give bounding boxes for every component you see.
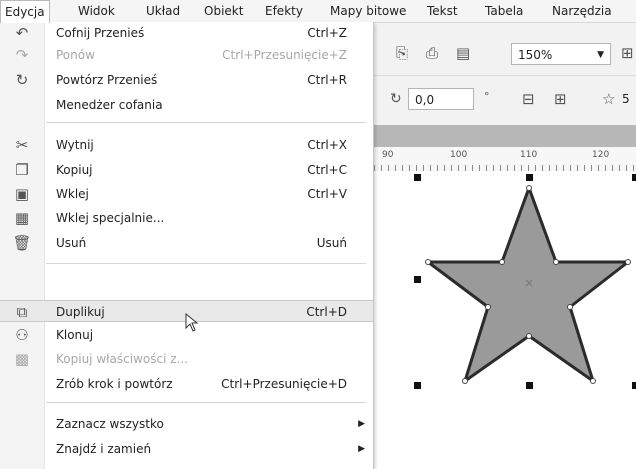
menu-item-label: Zrób krok i powtórz [56,377,173,391]
menu-efekty[interactable]: Efekty [261,0,307,22]
menu-edycja[interactable]: Edycja [0,0,50,23]
menu-item-label: Kopiuj [56,163,93,177]
menu-item-label: Wytnij [56,138,94,152]
menu-item-label: Klonuj [56,328,94,342]
menu-item-label: Menedżer cofania [56,98,163,112]
menu-item-paste[interactable]: ▣ Wklej Ctrl+V [0,183,373,205]
menu-item-label: Wklej specjalnie... [56,211,165,225]
menu-item-shortcut: Ctrl+Przesunięcie+Z [222,48,347,62]
menu-separator [46,402,366,403]
menu-item-shortcut: Ctrl+Z [307,26,347,40]
rotate-icon: ↻ [390,91,402,107]
drawing-canvas[interactable]: × [374,171,636,469]
menu-item-select-all[interactable]: Zaznacz wszystko ▶ [0,413,373,435]
menu-item-repeat[interactable]: ↻ Powtórz Przenieś Ctrl+R [0,69,373,91]
menu-item-shortcut: Ctrl+C [307,163,347,177]
mouse-cursor-icon [185,313,199,332]
zoom-select[interactable]: 150% ▼ [511,43,611,65]
paste-icon: ▣ [14,185,30,203]
menu-separator [46,263,366,264]
menu-item-copy[interactable]: ❐ Kopiuj Ctrl+C [0,159,373,181]
selection-handle[interactable] [632,174,636,181]
menu-item-label: Zaznacz wszystko [56,417,164,431]
menu-item-label: Duplikuj [56,305,105,319]
menu-item-step-and-repeat[interactable]: Zrób krok i powtórz Ctrl+Przesunięcie+D [0,373,373,395]
menu-item-undo-manager[interactable]: Menedżer cofania [0,94,373,116]
menu-item-paste-special[interactable]: ▦ Wklej specjalnie... [0,207,373,229]
menu-narzedzia[interactable]: Narzędzia [548,0,616,22]
menu-item-copy-properties[interactable]: ▩ Kopiuj właściwości z... [0,348,373,370]
mirror-horizontal-icon[interactable]: ⊟ [522,90,535,108]
selection-handle[interactable] [414,174,421,181]
paste-special-icon: ▦ [14,209,30,227]
menu-mapy-bitowe[interactable]: Mapy bitowe [326,0,410,22]
menu-item-shortcut: Ctrl+R [307,73,347,87]
menu-item-delete[interactable]: 🗑 Usuń Usuń [0,232,373,254]
canvas-drawing: × [425,185,631,384]
document-tab-strip [374,125,636,147]
export-icon[interactable]: ⎙ [426,44,438,62]
star-points-icon: ☆ [602,90,616,108]
menu-separator [46,122,366,123]
trash-icon: 🗑 [12,234,32,252]
publish-pdf-icon[interactable]: ▤ [456,44,470,62]
cut-icon: ✂ [15,136,29,154]
menu-item-shortcut: Ctrl+V [307,187,347,201]
menu-item-shortcut: Ctrl+D [306,305,347,319]
submenu-arrow-icon: ▶ [358,444,365,454]
menu-tekst[interactable]: Tekst [423,0,462,22]
menu-item-find-replace[interactable]: Znajdź i zamień ▶ [0,438,373,460]
clone-icon: ⚇ [15,326,29,344]
menu-item-label: Kopiuj właściwości z... [56,352,188,366]
menu-item-shortcut: Ctrl+X [307,138,347,152]
menu-item-undo[interactable]: ↶ Cofnij Przenieś Ctrl+Z [0,22,373,44]
ruler-tick-label: 120 [592,150,610,160]
menu-item-label: Usuń [56,236,87,250]
selection-handle[interactable] [414,276,421,283]
menu-item-label: Znajdź i zamień [56,442,152,456]
ruler-tick-label: 90 [382,150,394,160]
standard-toolbar: ⎘ ⎙ ▤ 150% ▼ ⊞ [374,36,636,72]
menu-item-label: Cofnij Przenieś [56,26,145,40]
copy-properties-icon: ▩ [14,350,30,368]
mirror-vertical-icon[interactable]: ⊞ [554,90,567,108]
menu-item-shortcut: Usuń [316,236,347,250]
import-icon[interactable]: ⎘ [396,44,408,62]
menu-item-label: Wklej [56,187,89,201]
menu-item-label: Ponów [56,48,95,62]
submenu-arrow-icon: ▶ [358,419,365,429]
redo-icon: ↷ [15,46,29,64]
center-marker-icon: × [524,276,534,290]
menu-item-label: Powtórz Przenieś [56,73,158,87]
repeat-icon: ↻ [15,71,29,89]
menu-bar: Edycja Widok Układ Obiekt Efekty Mapy bi… [0,0,636,23]
ruler-tick-label: 100 [450,150,468,160]
edit-menu-dropdown: ↶ Cofnij Przenieś Ctrl+Z ↷ Ponów Ctrl+Pr… [0,22,374,469]
menu-widok[interactable]: Widok [74,0,119,22]
selection-handle[interactable] [414,382,421,389]
zoom-value: 150% [518,48,553,62]
menu-obiekt[interactable]: Obiekt [200,0,247,22]
menu-item-shortcut: Ctrl+Przesunięcie+D [221,377,347,391]
undo-icon: ↶ [15,24,29,42]
menu-item-redo[interactable]: ↷ Ponów Ctrl+Przesunięcie+Z [0,44,373,66]
degree-unit: ° [484,90,490,103]
star-points-value[interactable]: 5 [622,92,630,106]
angle-value: 0,0 [415,93,435,107]
selection-handle[interactable] [526,382,533,389]
selection-handle[interactable] [526,174,533,181]
selection-handle[interactable] [632,382,636,389]
angle-input[interactable]: 0,0 [408,88,474,110]
ruler-tick-label: 110 [520,150,538,160]
menu-uklad[interactable]: Układ [142,0,184,22]
duplicate-icon: ⧉ [16,303,28,321]
chevron-down-icon: ▼ [597,50,604,60]
copy-icon: ❐ [15,161,29,179]
horizontal-ruler: 90 100 110 120 [374,147,636,172]
menu-item-cut[interactable]: ✂ Wytnij Ctrl+X [0,134,373,156]
property-bar: ↻ 0,0 ° ⊟ ⊞ ☆ 5 [374,75,636,126]
menu-tabela[interactable]: Tabela [481,0,527,22]
fullscreen-icon[interactable]: ⊞ [621,44,634,62]
